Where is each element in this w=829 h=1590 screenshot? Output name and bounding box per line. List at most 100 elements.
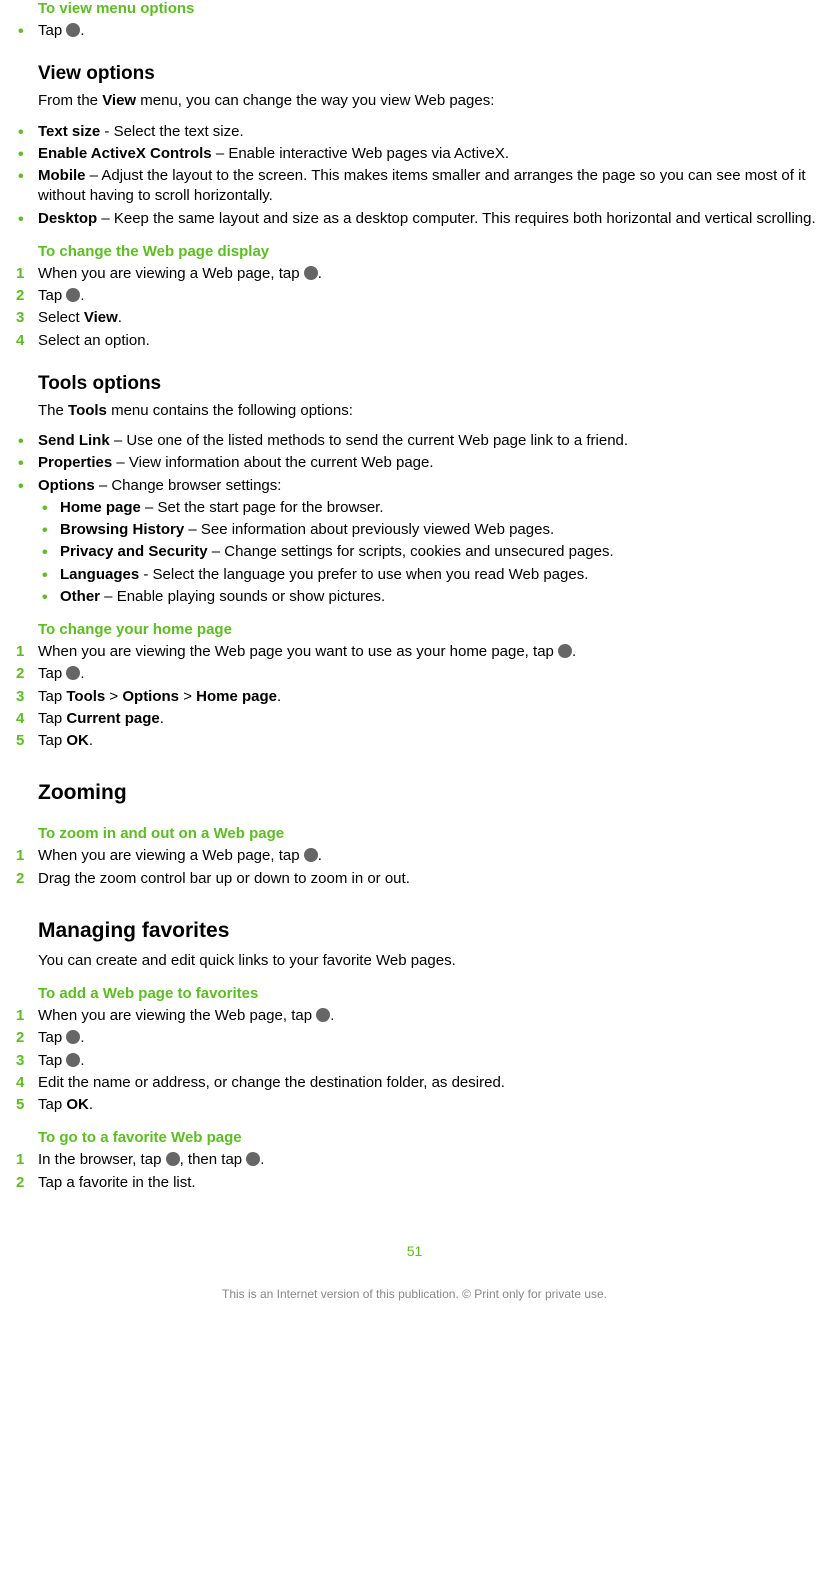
page-number: 51	[10, 1243, 819, 1259]
heading-go-favorite: To go to a favorite Web page	[38, 1129, 819, 1146]
list-item: Browsing History – See information about…	[10, 520, 819, 540]
step: Select an option.	[10, 331, 819, 351]
text: Tap	[38, 732, 66, 749]
text-bold: Text size	[38, 123, 100, 140]
list-item: Languages - Select the language you pref…	[10, 565, 819, 585]
step: When you are viewing a Web page, tap .	[10, 846, 819, 866]
text-bold: Options	[122, 688, 179, 705]
text-bold: View	[102, 92, 136, 109]
text: In the browser, tap	[38, 1151, 166, 1168]
document-page: To view menu options Tap . View options …	[0, 0, 829, 1315]
text: Select	[38, 309, 84, 326]
heading-change-display: To change the Web page display	[38, 243, 819, 260]
list-item: Home page – Set the start page for the b…	[10, 498, 819, 518]
text: The	[38, 402, 68, 419]
text: , then tap	[180, 1151, 247, 1168]
text: Edit the name or address, or change the …	[38, 1074, 505, 1091]
text: .	[277, 688, 281, 705]
text: .	[318, 847, 322, 864]
heading-tools-options: Tools options	[38, 373, 819, 395]
text: – Adjust the layout to the screen. This …	[38, 167, 806, 204]
menu-icon	[66, 288, 80, 302]
step: When you are viewing the Web page you wa…	[10, 642, 819, 662]
list-item: Mobile – Adjust the layout to the screen…	[10, 166, 819, 207]
step: Tap .	[10, 1051, 819, 1071]
heading-view-options: View options	[38, 63, 819, 85]
list-item: Options – Change browser settings:	[10, 476, 819, 496]
page-footer: 51 This is an Internet version of this p…	[10, 1243, 819, 1315]
list-item: Other – Enable playing sounds or show pi…	[10, 587, 819, 607]
menu-icon	[304, 266, 318, 280]
heading-zooming: Zooming	[38, 781, 819, 805]
step: In the browser, tap , then tap .	[10, 1150, 819, 1170]
add-icon	[66, 1053, 80, 1067]
text: .	[80, 1052, 84, 1069]
text: – Set the start page for the browser.	[141, 499, 384, 516]
text-bold: Other	[60, 588, 100, 605]
text-bold: Privacy and Security	[60, 543, 208, 560]
heading-view-menu-options: To view menu options	[38, 0, 819, 17]
text: Select an option.	[38, 332, 150, 349]
step: Tap .	[10, 286, 819, 306]
menu-icon	[316, 1008, 330, 1022]
text: - Select the language you prefer to use …	[139, 566, 588, 583]
step: Drag the zoom control bar up or down to …	[10, 869, 819, 889]
text: Drag the zoom control bar up or down to …	[38, 870, 410, 887]
paragraph: You can create and edit quick links to y…	[38, 951, 819, 971]
text-bold: Mobile	[38, 167, 86, 184]
list-tools-options: Send Link – Use one of the listed method…	[10, 431, 819, 496]
list-item: Privacy and Security – Change settings f…	[10, 542, 819, 562]
text: – See information about previously viewe…	[184, 521, 554, 538]
text: – View information about the current Web…	[112, 454, 433, 471]
text: – Use one of the listed methods to send …	[110, 432, 628, 449]
text: When you are viewing a Web page, tap	[38, 265, 304, 282]
text: – Keep the same layout and size as a des…	[97, 210, 815, 227]
text-bold: View	[84, 309, 118, 326]
text-bold: Home page	[60, 499, 141, 516]
text: – Enable playing sounds or show pictures…	[100, 588, 385, 605]
text: menu, you can change the way you view We…	[136, 92, 494, 109]
text: - Select the text size.	[100, 123, 243, 140]
steps-change-home: When you are viewing the Web page you wa…	[10, 642, 819, 751]
steps-go-favorite: In the browser, tap , then tap . Tap a f…	[10, 1150, 819, 1193]
step: Tap Current page.	[10, 709, 819, 729]
step: Tap .	[10, 1028, 819, 1048]
step: Edit the name or address, or change the …	[10, 1073, 819, 1093]
steps-add-favorite: When you are viewing the Web page, tap .…	[10, 1006, 819, 1115]
text: Tap	[38, 287, 66, 304]
text: .	[80, 665, 84, 682]
text: .	[160, 710, 164, 727]
paragraph: From the View menu, you can change the w…	[38, 91, 819, 111]
step: Tap OK.	[10, 1095, 819, 1115]
menu-icon	[304, 848, 318, 862]
text-bold: Browsing History	[60, 521, 184, 538]
text: When you are viewing the Web page, tap	[38, 1007, 316, 1024]
list-item: Send Link – Use one of the listed method…	[10, 431, 819, 451]
text-bold: Home page	[196, 688, 277, 705]
text: .	[318, 265, 322, 282]
text-bold: Desktop	[38, 210, 97, 227]
list-item: Properties – View information about the …	[10, 453, 819, 473]
list-item: Text size - Select the text size.	[10, 122, 819, 142]
menu-icon	[166, 1152, 180, 1166]
list-item: Tap .	[10, 21, 819, 41]
text: Tap	[38, 22, 66, 39]
step: When you are viewing the Web page, tap .	[10, 1006, 819, 1026]
heading-managing-favorites: Managing favorites	[38, 919, 819, 943]
heading-change-home: To change your home page	[38, 621, 819, 638]
step: Tap .	[10, 664, 819, 684]
text: .	[89, 732, 93, 749]
footer-note: This is an Internet version of this publ…	[10, 1287, 819, 1301]
text: >	[179, 688, 196, 705]
list-options-sub: Home page – Set the start page for the b…	[10, 498, 819, 607]
step: Tap a favorite in the list.	[10, 1173, 819, 1193]
text: When you are viewing a Web page, tap	[38, 847, 304, 864]
step: Select View.	[10, 308, 819, 328]
text: .	[80, 22, 84, 39]
text: Tap	[38, 1029, 66, 1046]
text-bold: Languages	[60, 566, 139, 583]
list-view-options: Text size - Select the text size. Enable…	[10, 122, 819, 229]
text: – Change settings for scripts, cookies a…	[208, 543, 614, 560]
text: menu contains the following options:	[107, 402, 353, 419]
text-bold: Current page	[66, 710, 159, 727]
